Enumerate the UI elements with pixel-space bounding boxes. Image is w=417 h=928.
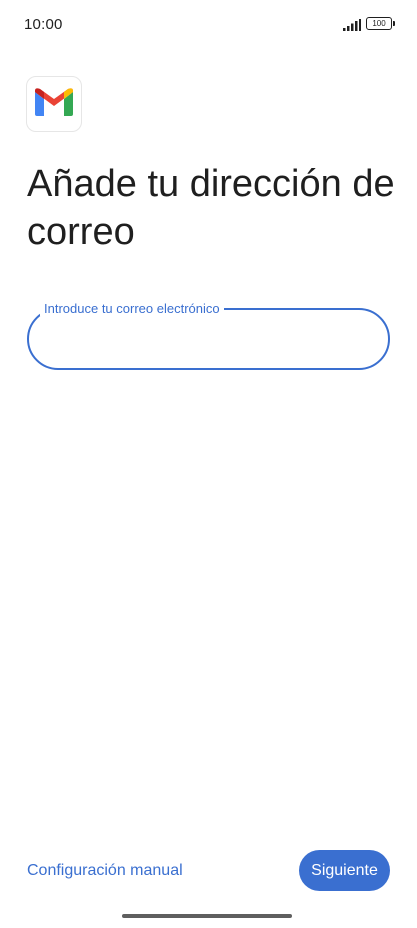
email-field[interactable] xyxy=(27,308,390,370)
status-time: 10:00 xyxy=(24,16,63,33)
next-button[interactable]: Siguiente xyxy=(299,850,390,891)
battery-level: 100 xyxy=(366,17,392,30)
page-title: Añade tu dirección de correo xyxy=(27,163,395,253)
gmail-logo-tile xyxy=(26,76,82,132)
battery-icon: 100 xyxy=(366,17,395,30)
email-field-label: Introduce tu correo electrónico xyxy=(40,302,224,316)
email-input[interactable] xyxy=(49,324,369,354)
battery-tip xyxy=(393,21,395,26)
status-icons: 100 xyxy=(343,17,395,31)
status-bar: 10:00 100 xyxy=(0,0,417,48)
signal-bars-icon xyxy=(343,18,361,31)
manual-configuration-link[interactable]: Configuración manual xyxy=(27,861,183,881)
home-indicator[interactable] xyxy=(122,914,292,918)
gmail-logo-icon xyxy=(35,87,73,121)
